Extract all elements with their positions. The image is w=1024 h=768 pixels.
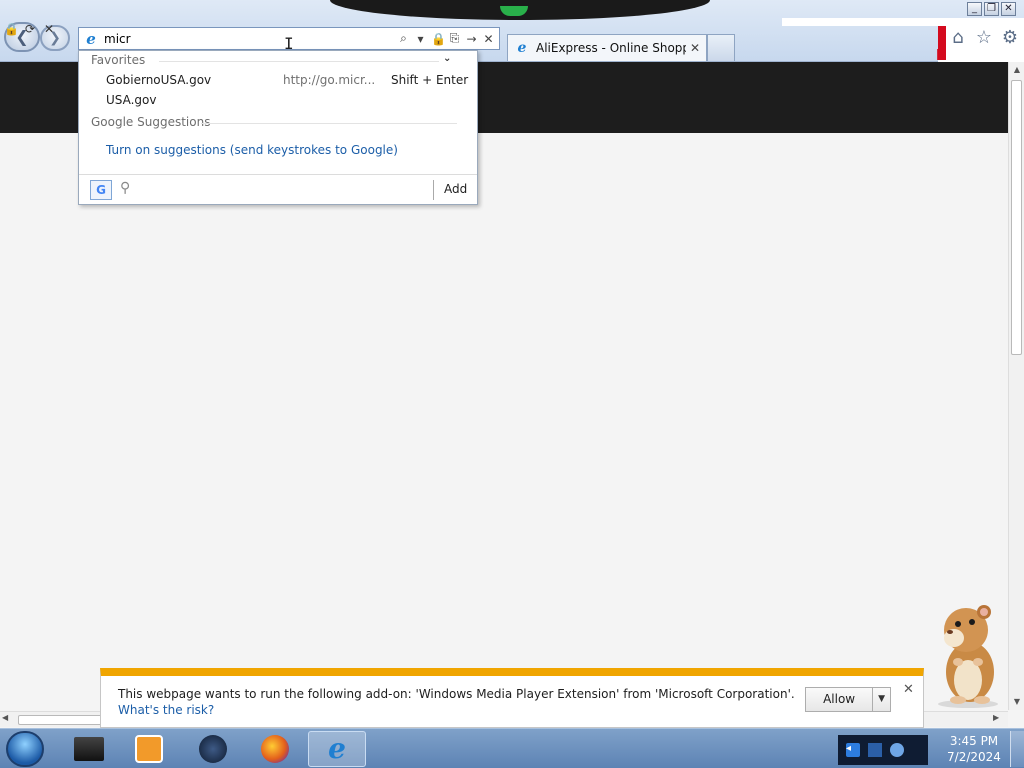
addon-notification-bar: This webpage wants to run the following …	[100, 668, 924, 728]
address-input[interactable]	[104, 28, 394, 49]
favorites-section-label: Favorites	[91, 53, 146, 67]
favorite-suggestion[interactable]: USA.gov	[106, 93, 157, 107]
refresh-icon[interactable]: ⟳	[23, 22, 37, 36]
page-body	[0, 133, 1008, 711]
scroll-right-icon[interactable]: ▶	[993, 713, 999, 722]
home-icon[interactable]: ⌂	[948, 28, 968, 48]
compatibility-icon[interactable]: ⎘	[448, 31, 461, 46]
add-provider-button[interactable]: Add	[444, 182, 467, 196]
ie-icon: e	[86, 29, 96, 48]
volume-icon[interactable]	[890, 743, 904, 757]
taskbar: e ◂ 3:45 PM 7/2/2024	[0, 728, 1024, 768]
favorite-suggestion-shortcut: Shift + Enter	[391, 73, 469, 87]
window-controls: _ ❐ ✕	[967, 2, 1016, 16]
google-search-provider-icon[interactable]: G	[90, 180, 112, 200]
allow-button[interactable]: Allow ▼	[805, 687, 891, 712]
scroll-left-icon[interactable]: ◀	[2, 713, 8, 722]
system-tray	[838, 735, 928, 765]
restore-button[interactable]: ❐	[984, 2, 999, 16]
new-tab-button[interactable]	[707, 34, 735, 61]
favorites-star-icon[interactable]: ☆	[974, 28, 994, 48]
stop-icon[interactable]: ✕	[42, 22, 56, 36]
favorite-suggestion-url: http://go.micr...	[283, 73, 376, 87]
google-suggestions-label: Google Suggestions	[91, 115, 211, 129]
turn-on-suggestions-link[interactable]: Turn on suggestions (send keystrokes to …	[106, 143, 398, 157]
address-suggestions-dropdown: Favorites ⌄ GobiernoUSA.gov http://go.mi…	[78, 50, 478, 205]
taskbar-app-media-player[interactable]	[120, 731, 178, 767]
notification-message: This webpage wants to run the following …	[118, 687, 795, 701]
tab-aliexpress[interactable]: e AliExpress - Online Shoppi... ✕	[507, 34, 707, 61]
horizontal-scroll-thumb[interactable]	[18, 715, 108, 725]
vertical-scroll-thumb[interactable]	[1011, 80, 1022, 355]
scroll-up-icon[interactable]: ▲	[1009, 62, 1024, 78]
taskbar-app-firefox[interactable]	[246, 731, 304, 767]
section-divider	[201, 123, 457, 124]
clock-date: 7/2/2024	[947, 750, 1001, 764]
taskbar-app-internet-explorer[interactable]: e	[308, 731, 366, 767]
go-icon[interactable]: →	[465, 32, 478, 46]
search-icon[interactable]: ⌕	[397, 31, 410, 46]
lock-icon: 🔒	[4, 22, 19, 36]
hamster-mascot-image	[938, 605, 998, 708]
taskbar-app-globe[interactable]	[184, 731, 242, 767]
tab-close-icon[interactable]: ✕	[690, 41, 700, 55]
gear-icon[interactable]: ⚙	[1000, 28, 1020, 48]
show-hidden-icons-icon[interactable]: ◂	[846, 743, 851, 754]
ie-icon: e	[517, 40, 527, 56]
allow-button-label[interactable]: Allow	[806, 688, 874, 711]
close-icon[interactable]: ✕	[903, 682, 914, 697]
title-bar-strip	[782, 18, 1024, 26]
clear-icon[interactable]: ✕	[482, 32, 495, 46]
chevron-down-icon[interactable]: ▼	[873, 688, 890, 711]
network-icon[interactable]	[868, 743, 882, 757]
dropdown-icon[interactable]: ▾	[414, 32, 427, 46]
search-icon[interactable]: ⚲	[120, 180, 130, 196]
terminal-icon	[74, 737, 104, 761]
whats-the-risk-link[interactable]: What's the risk?	[118, 703, 214, 717]
clock[interactable]: 3:45 PM 7/2/2024	[940, 733, 1008, 765]
footer-divider	[433, 180, 434, 200]
vertical-scrollbar[interactable]: ▲ ▼	[1008, 62, 1024, 710]
show-desktop-button[interactable]	[1010, 731, 1024, 767]
media-player-icon	[135, 735, 163, 763]
dropdown-footer: G ⚲ Add	[79, 174, 477, 204]
firefox-icon	[261, 735, 289, 763]
minimize-button[interactable]: _	[967, 2, 982, 16]
lock-icon[interactable]: 🔒	[431, 32, 446, 46]
scroll-down-icon[interactable]: ▼	[1009, 694, 1024, 710]
start-button[interactable]	[6, 731, 44, 767]
chevron-down-icon[interactable]: ⌄	[443, 53, 451, 64]
address-bar-icons: ⌕ ▾ 🔒 ⎘ → ✕	[397, 31, 495, 46]
internet-explorer-icon: e	[328, 732, 346, 765]
clock-time: 3:45 PM	[949, 734, 999, 748]
tab-title: AliExpress - Online Shoppi...	[536, 41, 686, 55]
close-window-button[interactable]: ✕	[1001, 2, 1016, 16]
section-divider	[159, 61, 439, 62]
nav-overlay-icons: 🔒 ⟳ ✕	[2, 22, 72, 36]
taskbar-app-terminal[interactable]	[60, 731, 118, 767]
globe-icon	[199, 735, 227, 763]
favorite-suggestion[interactable]: GobiernoUSA.gov	[106, 73, 211, 87]
toolbar-icons: ⌂ ☆ ⚙	[948, 28, 1020, 48]
